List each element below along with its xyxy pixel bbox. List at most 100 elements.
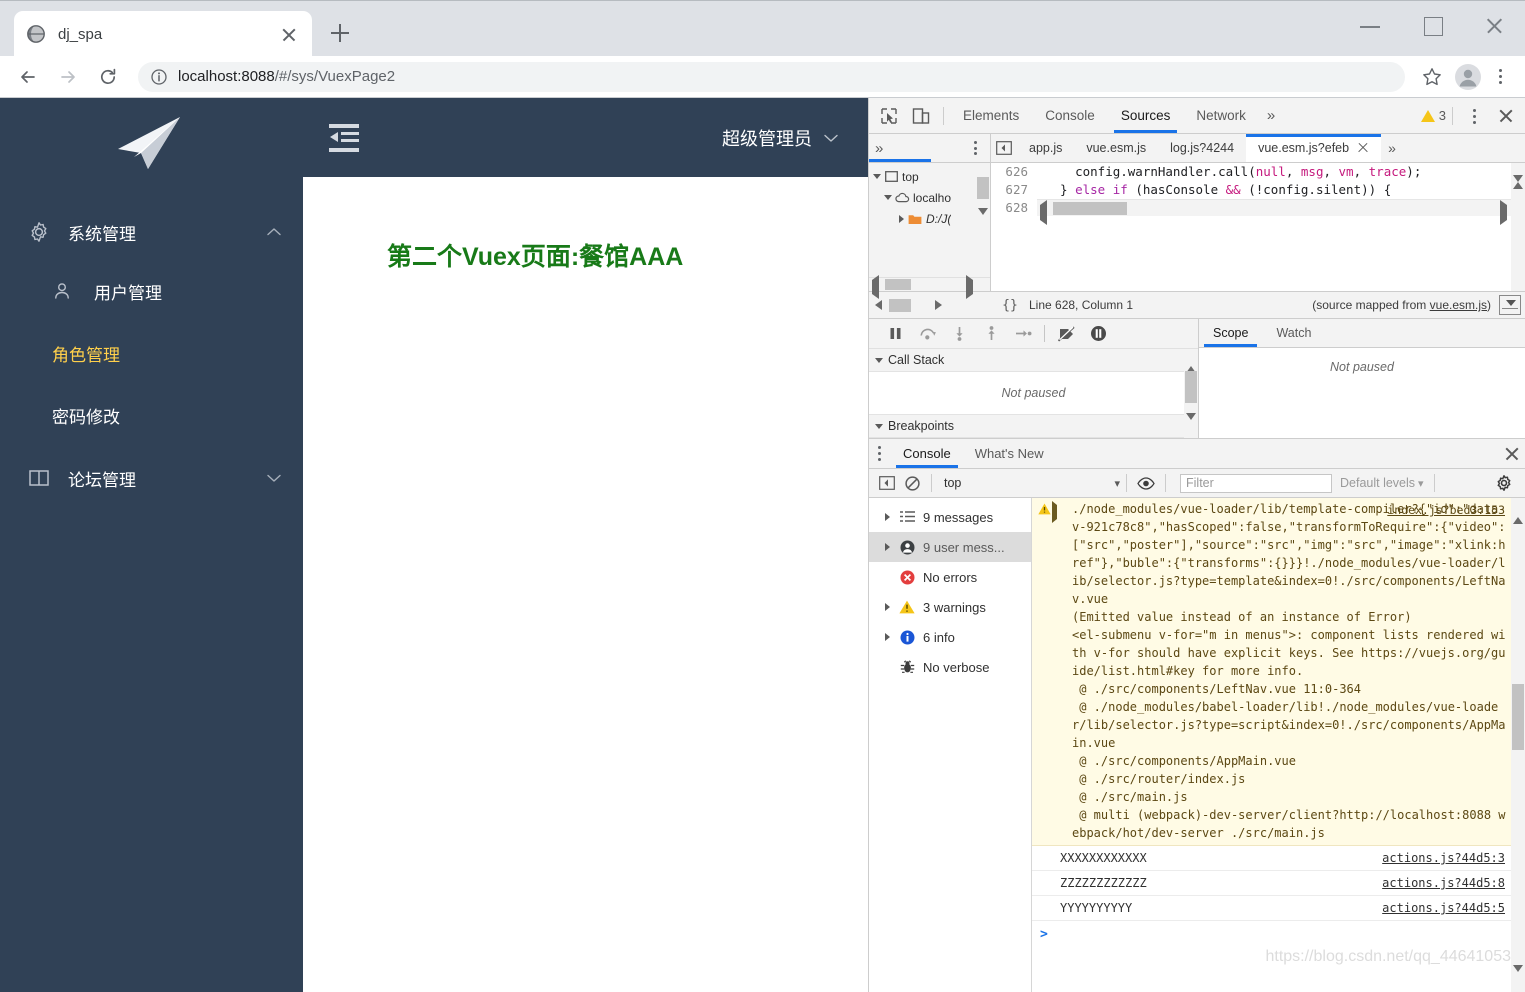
step-into-icon[interactable]: [943, 320, 975, 348]
console-warning-entry[interactable]: index.js?bed3:153 ./node_modules/vue-loa…: [1032, 498, 1525, 846]
pause-on-exceptions-icon[interactable]: [1082, 320, 1114, 348]
scroll-left-arrow[interactable]: [1040, 200, 1047, 225]
warning-count-badge[interactable]: 3: [1420, 108, 1446, 123]
scroll-right-arrow[interactable]: [966, 275, 973, 299]
scroll-down-arrow[interactable]: [1186, 413, 1196, 434]
bookmark-star-icon[interactable]: [1415, 60, 1449, 94]
scroll-up-arrow[interactable]: [1186, 352, 1196, 373]
console-filter-all-messages[interactable]: 9 messages: [869, 502, 1031, 532]
editor-tab-app-js[interactable]: app.js: [1017, 134, 1074, 162]
pause-resume-icon[interactable]: [879, 320, 911, 348]
console-vertical-scrollbar[interactable]: [1511, 498, 1525, 992]
console-entry-source[interactable]: index.js?bed3:153: [1387, 501, 1505, 519]
drawer-tab-console[interactable]: Console: [891, 439, 963, 468]
console-settings-gear-icon[interactable]: [1491, 475, 1517, 491]
tab-elements[interactable]: Elements: [950, 98, 1032, 133]
drawer-menu-icon[interactable]: [869, 440, 891, 468]
user-menu[interactable]: 超级管理员: [722, 125, 838, 151]
console-filter-verbose[interactable]: No verbose: [869, 652, 1031, 682]
scroll-down-arrow[interactable]: [978, 208, 988, 229]
source-map-popout-button[interactable]: [1499, 295, 1521, 315]
step-icon[interactable]: [1007, 320, 1039, 348]
code-horizontal-scrollbar[interactable]: [1037, 199, 1511, 225]
tree-node-folder[interactable]: D:/J(: [869, 208, 990, 229]
forward-button[interactable]: [50, 59, 86, 95]
pretty-print-button[interactable]: {}: [995, 298, 1025, 313]
back-button[interactable]: [10, 59, 46, 95]
window-close-button[interactable]: [1463, 1, 1525, 51]
console-filter-warnings[interactable]: 3 warnings: [869, 592, 1031, 622]
editor-tab-vue-esm-js-efeb[interactable]: vue.esm.js?efeb: [1246, 134, 1382, 162]
step-over-icon[interactable]: [911, 320, 943, 348]
live-expression-icon[interactable]: [1133, 476, 1159, 490]
tree-node-top[interactable]: top: [869, 166, 990, 187]
address-bar[interactable]: localhost:8088/#/sys/VuexPage2: [138, 61, 1405, 92]
breakpoints-header[interactable]: Breakpoints: [869, 415, 1198, 438]
sidebar-group-header-forum[interactable]: 论坛管理: [0, 450, 303, 506]
window-minimize-button[interactable]: [1339, 1, 1401, 51]
scroll-up-arrow[interactable]: [1513, 501, 1523, 524]
expand-arrow-icon[interactable]: [1052, 501, 1057, 523]
console-prompt[interactable]: >: [1032, 921, 1525, 949]
console-filter-errors[interactable]: No errors: [869, 562, 1031, 592]
console-log-source[interactable]: actions.js?44d5:3: [1382, 849, 1505, 867]
clear-console-icon[interactable]: [899, 475, 925, 491]
navigator-vertical-scrollbar[interactable]: [976, 163, 990, 277]
sidebar-item-role-management[interactable]: 角色管理: [0, 322, 303, 384]
console-context-select[interactable]: top ▾: [938, 476, 1120, 490]
tab-scope[interactable]: Scope: [1199, 319, 1262, 347]
editor-tab-log-js[interactable]: log.js?4244: [1158, 134, 1246, 162]
deactivate-breakpoints-icon[interactable]: [1050, 320, 1082, 348]
console-filter-info[interactable]: 6 info: [869, 622, 1031, 652]
navigator-horizontal-scrollbar[interactable]: [869, 275, 990, 299]
drawer-tab-whats-new[interactable]: What's New: [963, 439, 1056, 468]
console-sidebar-toggle-icon[interactable]: [875, 476, 899, 490]
call-stack-header[interactable]: Call Stack: [869, 349, 1198, 372]
sidebar-item-password-change[interactable]: 密码修改: [0, 384, 303, 446]
caret-down-icon[interactable]: [882, 195, 894, 200]
sidebar-group-header-system[interactable]: 系统管理: [0, 204, 303, 260]
scroll-down-arrow[interactable]: [1513, 175, 1523, 199]
console-levels-select[interactable]: Default levels ▾: [1340, 476, 1424, 490]
caret-right-icon[interactable]: [895, 214, 907, 223]
devtools-menu-icon[interactable]: [1459, 103, 1489, 129]
caret-right-icon[interactable]: [879, 513, 895, 521]
drawer-close-icon[interactable]: [1499, 441, 1525, 467]
console-log-area[interactable]: index.js?bed3:153 ./node_modules/vue-loa…: [1032, 498, 1525, 992]
device-toolbar-icon[interactable]: [907, 102, 935, 130]
code-viewer[interactable]: 626 config.warnHandler.call(null, msg, v…: [991, 163, 1525, 291]
devtools-close-icon[interactable]: [1493, 103, 1519, 129]
new-tab-button[interactable]: [326, 19, 354, 47]
scroll-left-arrow[interactable]: [872, 275, 879, 299]
sidebar-item-user-management[interactable]: 用户管理: [0, 260, 303, 322]
collapse-sidebar-icon[interactable]: [329, 123, 359, 152]
caret-right-icon[interactable]: [879, 633, 895, 641]
window-maximize-button[interactable]: [1401, 1, 1463, 51]
code-vertical-scrollbar[interactable]: [1511, 163, 1525, 291]
step-out-icon[interactable]: [975, 320, 1007, 348]
source-map-link[interactable]: vue.esm.js: [1430, 298, 1487, 312]
scroll-down-arrow[interactable]: [1513, 965, 1523, 988]
console-log-row[interactable]: ZZZZZZZZZZZZ actions.js?44d5:8: [1032, 871, 1525, 896]
console-log-source[interactable]: actions.js?44d5:5: [1382, 899, 1505, 917]
tab-console[interactable]: Console: [1032, 98, 1108, 133]
editor-tab-scroll-left[interactable]: [991, 134, 1017, 162]
scroll-left-arrow[interactable]: [875, 299, 887, 311]
console-log-row[interactable]: YYYYYYYYYY actions.js?44d5:5: [1032, 896, 1525, 921]
scroll-right-arrow[interactable]: [935, 299, 947, 311]
editor-tab-close-icon[interactable]: [1357, 142, 1369, 154]
tab-sources[interactable]: Sources: [1108, 98, 1184, 133]
tab-close-icon[interactable]: [278, 23, 300, 45]
navigator-menu-icon[interactable]: [966, 136, 984, 160]
scroll-right-arrow[interactable]: [1500, 200, 1507, 225]
console-filter-input[interactable]: Filter: [1180, 473, 1332, 493]
tree-node-localhost[interactable]: localho: [869, 187, 990, 208]
chrome-menu-icon[interactable]: [1485, 60, 1515, 94]
more-tabs-icon[interactable]: »: [1259, 107, 1283, 124]
inspect-element-icon[interactable]: [875, 102, 903, 130]
tab-network[interactable]: Network: [1183, 98, 1259, 133]
site-info-icon[interactable]: [150, 68, 168, 86]
editor-more-tabs-icon[interactable]: »: [1381, 140, 1403, 156]
console-filter-user-messages[interactable]: 9 user mess...: [869, 532, 1031, 562]
console-log-row[interactable]: XXXXXXXXXXXX actions.js?44d5:3: [1032, 846, 1525, 871]
